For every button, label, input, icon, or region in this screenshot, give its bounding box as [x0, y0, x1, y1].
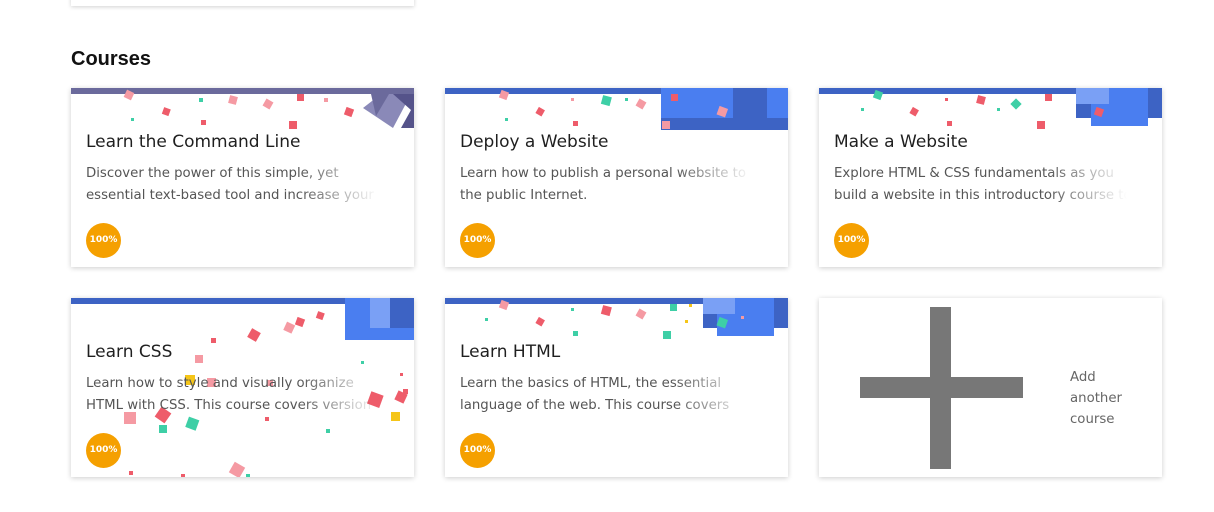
card-topbar: [445, 298, 788, 304]
previous-card: [71, 0, 414, 6]
course-title: Learn CSS: [86, 342, 173, 362]
course-card-command-line[interactable]: Learn the Command Line Discover the powe…: [71, 88, 414, 267]
card-topbar: [71, 88, 414, 94]
course-card-html[interactable]: Learn HTML Learn the basics of HTML, the…: [445, 298, 788, 477]
card-topbar: [819, 88, 1162, 94]
section-title: Courses: [71, 48, 152, 70]
course-title: Make a Website: [834, 132, 968, 152]
course-card-make-website[interactable]: Make a Website Explore HTML & CSS fundam…: [819, 88, 1162, 267]
card-topbar: [71, 298, 414, 304]
course-card-css[interactable]: Learn CSS Learn how to style and visuall…: [71, 298, 414, 477]
course-description: Explore HTML & CSS fundamentals as you b…: [834, 166, 1132, 203]
progress-badge: 100%: [834, 223, 869, 258]
add-course-label: Add another course: [1070, 370, 1122, 427]
add-course-card[interactable]: Add another course: [819, 298, 1162, 477]
course-title: Deploy a Website: [460, 132, 609, 152]
course-description: Learn the basics of HTML, the essential …: [460, 376, 730, 413]
course-description: Discover the power of this simple, yet e…: [86, 166, 374, 203]
progress-badge: 100%: [86, 223, 121, 258]
course-title: Learn the Command Line: [86, 132, 301, 152]
progress-badge: 100%: [460, 223, 495, 258]
course-title: Learn HTML: [460, 342, 561, 362]
progress-badge: 100%: [460, 433, 495, 468]
progress-badge: 100%: [86, 433, 121, 468]
card-topbar: [445, 88, 788, 94]
course-card-deploy-website[interactable]: Deploy a Website Learn how to publish a …: [445, 88, 788, 267]
course-description: Learn how to style and visually organize…: [86, 376, 384, 413]
course-description: Learn how to publish a personal website …: [460, 166, 747, 203]
